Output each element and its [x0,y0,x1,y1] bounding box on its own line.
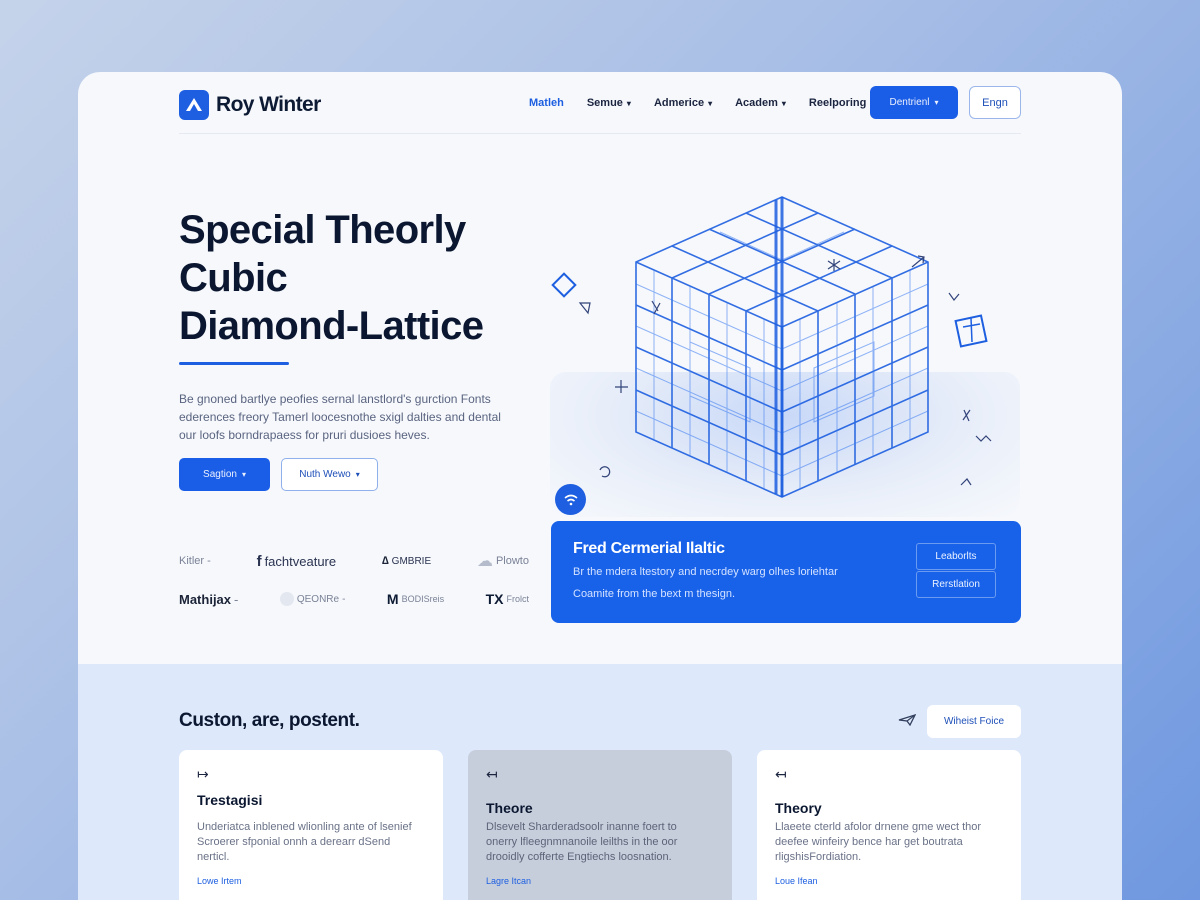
wifi-action-button[interactable] [555,484,586,515]
hero-title: Special Theorly Cubic Diamond-Lattice [179,206,539,350]
partner-suffix: - [207,555,211,567]
partner-name: fachtveature [264,553,337,569]
arrow-left-icon: ↤ [775,766,787,782]
partner-name: Frolct [506,594,529,604]
nav-item-label: Admerice [653,97,705,109]
nav-secondary-button[interactable]: Engn [969,86,1021,119]
hero-description: Be gnoned bartlye peofies sernal lanstlo… [179,392,501,442]
partner-name: GMBRIE [391,555,432,567]
info-card-title: Fred Cermerial Ilaltic [573,540,725,557]
nav-secondary-button-label: Engn [982,96,1008,109]
nav-item-semue[interactable]: Semue ▾ [587,97,631,109]
mountain-logo-icon [179,90,209,120]
feature-card-body: Underiatca inblened wlionling ante of ls… [197,821,412,863]
chevron-down-icon: ▾ [241,470,246,479]
nav-primary-button[interactable]: Dentrienl ▾ [870,86,958,119]
info-card: Fred Cermerial Ilaltic Br the mdera ltes… [551,521,1021,623]
nav-item-label: Semue [586,97,623,109]
partner-mark: TX [485,591,504,607]
brand-logo[interactable]: Roy Winter [179,90,321,120]
partner-name: Plowto [495,555,529,567]
info-card-text: Coamite from the bext m thesign. [573,588,736,600]
nav-item-matleh[interactable]: Matleh [529,97,564,109]
hero-title-line: Special Theorly [179,208,466,252]
section-title: Custon, are, postent. [179,710,360,731]
partner-name: Kitler [179,555,205,567]
paper-plane-icon[interactable] [898,713,917,731]
partner-logo-fachtveature: f fachtveature [257,553,337,570]
partner-name: BODISreis [401,594,445,604]
partner-logo-kitler: Kitler - [179,555,211,567]
feature-card-title: Theory [775,800,822,816]
nav-item-label: Academ [735,97,778,109]
top-navigation: Roy Winter Matleh Semue ▾ Admerice ▾ Acade… [179,86,1021,134]
feature-card-link[interactable]: Loue Ifean [775,876,818,886]
nav-item-academ[interactable]: Academ ▾ [735,97,786,109]
partner-logo-gmbrie: ∆ GMBRIE [382,555,431,567]
partner-logo-qeonre: QEONRe - [279,592,346,606]
nav-item-label: Reelporing [808,97,867,109]
chevron-down-icon: ▾ [626,99,631,108]
nav-item-reelporing[interactable]: Reelporing [809,97,866,109]
chevron-down-icon: ▾ [355,470,360,479]
partner-logo-frolct: TX Frolct [486,591,529,607]
chevron-down-icon: ▾ [708,99,713,108]
partner-logo-bodisreis: M BODISreis [387,591,444,607]
chevron-down-icon: ▾ [934,98,939,107]
chevron-down-icon: ▾ [781,99,786,108]
page-frame: Roy Winter Matleh Semue ▾ Admerice ▾ Acade… [78,72,1122,900]
partner-suffix: - [234,591,239,607]
hero-secondary-button-label: Nuth Wewo [299,469,351,480]
circle-icon [279,592,294,606]
info-card-button-leaborlts[interactable]: Leaborlts [916,543,996,570]
main-menu: Matleh Semue ▾ Admerice ▾ Academ ▾ Reelpori… [529,97,866,109]
partner-suffix: - [342,593,346,605]
feature-card-body: Llaeete cterld afolor drnene gme wect th… [775,821,982,863]
feature-card[interactable]: ↤ Theory Llaeete cterld afolor drnene gm… [757,750,1021,900]
nav-primary-button-label: Dentrienl [889,97,930,108]
lattice-illustration [550,172,1022,517]
feature-card-link[interactable]: Lowe Irtem [197,876,242,886]
brand-name: Roy Winter [216,93,321,116]
hero-primary-button-label: Sagtion [203,469,237,480]
hero-panel: Roy Winter Matleh Semue ▾ Admerice ▾ Acade… [78,72,1122,664]
hero-title-line: Diamond-Lattice [179,304,484,348]
feature-card[interactable]: ↦ Trestagisi Underiatca inblened wlionli… [179,750,443,900]
feature-card[interactable]: ↤ Theore Dlsevelt Sharderadsoolr inanne … [468,750,732,900]
cubic-lattice-graphic [551,196,992,498]
partner-name: Mathijax [179,591,232,607]
feature-card-link[interactable]: Lagre Itcan [486,876,531,886]
feature-card-title: Theore [486,800,533,816]
partner-mark: M [386,591,399,607]
arrow-left-icon: ↤ [486,766,498,782]
nav-item-label: Matleh [529,97,564,109]
feature-card-body: Dlsevelt Sharderadsoolr inanne foert to … [486,821,678,863]
partner-logo-mathijax: Mathijax - [179,592,238,607]
nav-item-admerice[interactable]: Admerice ▾ [654,97,712,109]
feature-card-title: Trestagisi [197,792,263,808]
partner-logo-plowto: ☁ Plowto [477,551,529,571]
wifi-icon [563,494,578,505]
info-card-text: Br the mdera ltestory and necrdey warg o… [573,566,838,578]
partner-row: Kitler - f fachtveature ∆ GMBRIE ☁ Plowto [179,542,529,580]
partner-name: QEONRe [296,593,340,605]
partner-row: Mathijax - QEONRe - M BODISreis TX Frolct [179,580,529,618]
hero-secondary-button[interactable]: Nuth Wewo ▾ [281,458,378,491]
hero-title-line: Cubic [179,256,288,300]
partner-logos: Kitler - f fachtveature ∆ GMBRIE ☁ Plowto Ma… [179,542,529,618]
partner-mark: f [256,552,262,570]
title-underline [179,362,289,365]
arrow-right-icon: ↦ [197,766,209,782]
section-filter-chip[interactable]: Wiheist Foice [927,705,1021,738]
partner-mark: ∆ [381,555,389,567]
cloud-icon: ☁ [476,553,493,570]
info-card-button-rerstlation[interactable]: Rerstlation [916,571,996,598]
hero-primary-button[interactable]: Sagtion ▾ [179,458,270,491]
